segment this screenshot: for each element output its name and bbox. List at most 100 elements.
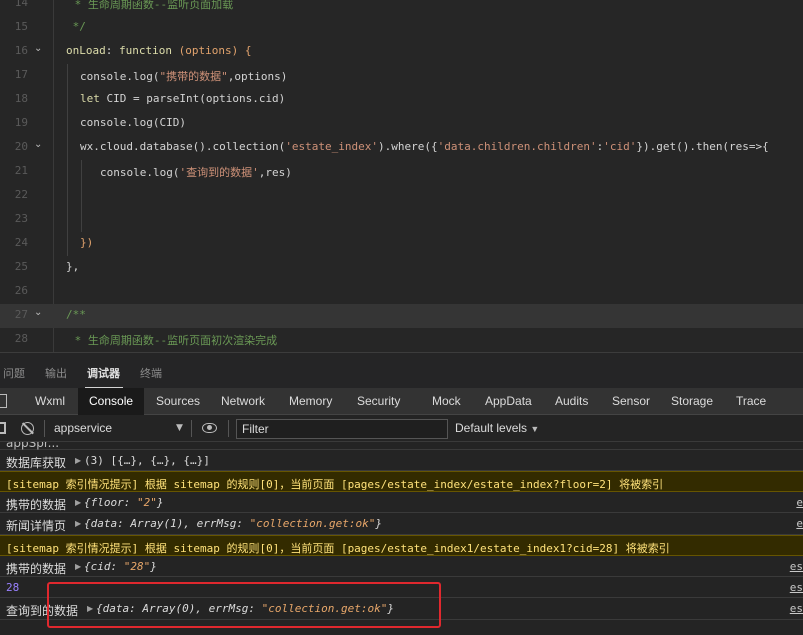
line-number: 18 bbox=[14, 92, 28, 105]
tab-storage[interactable]: Storage bbox=[663, 388, 721, 415]
code-text: }, bbox=[66, 260, 80, 273]
source-link[interactable]: es bbox=[790, 581, 803, 594]
code-line[interactable]: 16 ⌄ onLoad: function (options) { bbox=[0, 40, 803, 64]
source-link[interactable]: es bbox=[790, 560, 803, 573]
panel-toggle-icon[interactable] bbox=[0, 394, 7, 408]
console-warning[interactable]: [sitemap 索引情况提示] 根据 sitemap 的规则[0]，当前页面 … bbox=[0, 471, 803, 492]
caret-down-icon: ▼ bbox=[176, 423, 183, 433]
console-warning[interactable]: [sitemap 索引情况提示] 根据 sitemap 的规则[0]，当前页面 … bbox=[0, 535, 803, 556]
code-editor[interactable]: 14 * 生命周期函数--监听页面加载 15 */ 16 ⌄ onLoad: f… bbox=[0, 0, 803, 352]
code-text: * 生命周期函数--监听页面加载 bbox=[68, 0, 234, 11]
line-number: 27 bbox=[14, 308, 28, 321]
tab-appdata[interactable]: AppData bbox=[477, 388, 540, 415]
code-line[interactable]: 15 */ bbox=[0, 16, 803, 40]
tab-security[interactable]: Security bbox=[349, 388, 408, 415]
context-select-value: appservice bbox=[54, 421, 113, 435]
toolbar-divider bbox=[44, 420, 45, 437]
expand-triangle-icon[interactable]: ▶ bbox=[75, 519, 81, 528]
caret-down-icon: ▼ bbox=[530, 424, 540, 434]
code-line[interactable]: 17 console.log("携带的数据",options) bbox=[0, 64, 803, 88]
console-toolbar: appservice ▼ Default levels ▼ bbox=[0, 415, 803, 442]
line-number: 22 bbox=[14, 188, 28, 201]
log-label: 携带的数据 bbox=[6, 562, 67, 576]
code-text: console.log('查询到的数据',res) bbox=[100, 166, 292, 179]
code-line[interactable]: 22 bbox=[0, 184, 803, 208]
log-value[interactable]: (3) [{…}, {…}, {…}] bbox=[84, 454, 210, 467]
toolbar-divider bbox=[228, 420, 229, 437]
line-number: 23 bbox=[14, 212, 28, 225]
code-text: * 生命周期函数--监听页面初次渲染完成 bbox=[68, 334, 278, 347]
code-line[interactable]: 19 console.log(CID) bbox=[0, 112, 803, 136]
tab-sensor[interactable]: Sensor bbox=[604, 388, 658, 415]
tab-problems[interactable]: 问题 bbox=[3, 365, 25, 381]
source-link[interactable]: es bbox=[790, 602, 803, 615]
eye-icon[interactable] bbox=[202, 423, 217, 433]
log-value[interactable]: {data: Array(1), errMsg: "collection.get… bbox=[84, 517, 382, 530]
line-number: 17 bbox=[14, 68, 28, 81]
code-line[interactable]: 26 bbox=[0, 280, 803, 304]
tab-trace[interactable]: Trace bbox=[728, 388, 774, 415]
line-number: 21 bbox=[14, 164, 28, 177]
tab-console[interactable]: Console bbox=[78, 388, 145, 415]
source-link[interactable]: e bbox=[796, 517, 803, 530]
line-number: 15 bbox=[14, 20, 28, 33]
code-line-current[interactable]: 27 ⌄ /** bbox=[0, 304, 803, 328]
code-line[interactable]: 21 console.log('查询到的数据',res) bbox=[0, 160, 803, 184]
expand-triangle-icon[interactable]: ▶ bbox=[75, 562, 81, 571]
tab-memory[interactable]: Memory bbox=[281, 388, 340, 415]
code-text: */ bbox=[66, 20, 86, 33]
warning-text: [sitemap 索引情况提示] 根据 sitemap 的规则[0]，当前页面 … bbox=[6, 478, 664, 491]
source-link[interactable]: e bbox=[796, 496, 803, 509]
devtools-tab-bar: Wxml Console Sources Network Memory Secu… bbox=[0, 388, 803, 415]
highlight-annotation-box bbox=[47, 582, 441, 628]
sidebar-toggle-icon[interactable] bbox=[0, 422, 6, 434]
tab-audits[interactable]: Audits bbox=[547, 388, 596, 415]
expand-triangle-icon[interactable]: ▶ bbox=[75, 498, 81, 507]
line-number: 20 bbox=[14, 140, 28, 153]
log-value[interactable]: {cid: "28"} bbox=[84, 560, 157, 573]
console-message-clipped: appSpr... bbox=[6, 442, 60, 450]
code-line[interactable]: 14 * 生命周期函数--监听页面加载 bbox=[0, 0, 803, 16]
expand-triangle-icon[interactable]: ▶ bbox=[75, 456, 81, 465]
fold-chevron-icon[interactable]: ⌄ bbox=[34, 307, 42, 318]
fold-chevron-icon[interactable]: ⌄ bbox=[34, 139, 42, 150]
tab-terminal[interactable]: 终端 bbox=[140, 365, 162, 381]
code-text: /** bbox=[66, 308, 86, 321]
console-message[interactable]: 携带的数据 ▶ {cid: "28"} es bbox=[0, 556, 803, 577]
log-label: 携带的数据 bbox=[6, 498, 67, 512]
filter-input[interactable] bbox=[236, 419, 448, 439]
tab-mock[interactable]: Mock bbox=[424, 388, 469, 415]
indent-guide bbox=[67, 64, 68, 256]
console-message[interactable]: 数据库获取 ▶ (3) [{…}, {…}, {…}] bbox=[0, 450, 803, 471]
line-number: 25 bbox=[14, 260, 28, 273]
console-message: appSpr... bbox=[0, 442, 803, 450]
tab-sources[interactable]: Sources bbox=[148, 388, 208, 415]
clear-console-icon[interactable] bbox=[21, 422, 34, 435]
code-line[interactable]: 20 ⌄ wx.cloud.database().collection('est… bbox=[0, 136, 803, 160]
console-message[interactable]: 携带的数据 ▶ {floor: "2"} e bbox=[0, 492, 803, 513]
line-number: 16 bbox=[14, 44, 28, 57]
code-line[interactable]: 23 bbox=[0, 208, 803, 232]
tab-network[interactable]: Network bbox=[213, 388, 273, 415]
log-number: 28 bbox=[6, 581, 20, 594]
console-message[interactable]: 新闻详情页 ▶ {data: Array(1), errMsg: "collec… bbox=[0, 513, 803, 535]
code-line[interactable]: 18 let CID = parseInt(options.cid) bbox=[0, 88, 803, 112]
tab-output[interactable]: 输出 bbox=[45, 365, 67, 381]
tab-wxml[interactable]: Wxml bbox=[27, 388, 73, 415]
tab-debugger[interactable]: 调试器 bbox=[87, 365, 120, 381]
fold-chevron-icon[interactable]: ⌄ bbox=[34, 43, 42, 54]
code-line[interactable]: 28 * 生命周期函数--监听页面初次渲染完成 bbox=[0, 328, 803, 352]
line-number: 28 bbox=[14, 332, 28, 345]
code-text: console.log("携带的数据",options) bbox=[80, 70, 288, 83]
context-select[interactable]: appservice ▼ bbox=[52, 419, 184, 438]
line-number: 24 bbox=[14, 236, 28, 249]
code-line[interactable]: 25 }, bbox=[0, 256, 803, 280]
indent-guide bbox=[81, 160, 82, 232]
code-line[interactable]: 24 }) bbox=[0, 232, 803, 256]
warning-text: [sitemap 索引情况提示] 根据 sitemap 的规则[0]，当前页面 … bbox=[6, 542, 670, 555]
line-number: 19 bbox=[14, 116, 28, 129]
log-levels-dropdown[interactable]: Default levels ▼ bbox=[455, 421, 539, 435]
line-number: 14 bbox=[14, 0, 28, 9]
code-text: console.log(CID) bbox=[80, 116, 186, 129]
log-value[interactable]: {floor: "2"} bbox=[84, 496, 163, 509]
